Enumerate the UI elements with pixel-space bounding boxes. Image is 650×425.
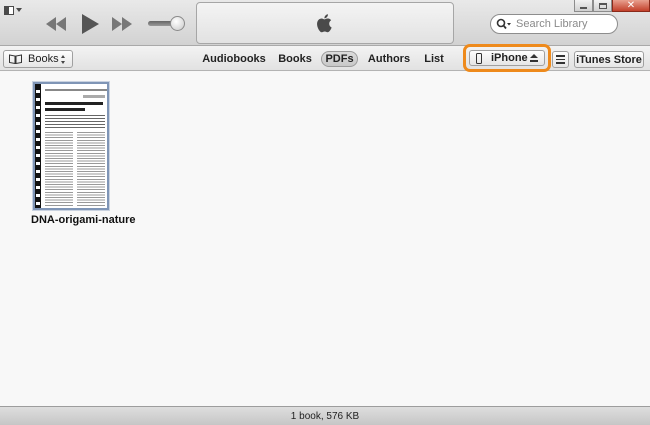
minimize-icon: [580, 6, 587, 9]
device-button-iphone[interactable]: iPhone: [469, 50, 545, 66]
player-toolbar: ✕: [0, 0, 650, 46]
library-source-label: Books: [28, 53, 59, 65]
close-icon: ✕: [626, 0, 636, 11]
tab-books[interactable]: Books: [278, 51, 312, 67]
fast-forward-button[interactable]: [112, 14, 132, 34]
tab-list[interactable]: List: [424, 51, 444, 67]
play-icon: [82, 14, 99, 34]
library-grid: DNA-origami-nature: [0, 72, 650, 406]
close-button[interactable]: ✕: [612, 0, 650, 12]
library-source-select[interactable]: Books: [3, 50, 73, 68]
device-name: iPhone: [491, 52, 528, 64]
minimize-button[interactable]: [574, 0, 593, 12]
search-field[interactable]: [490, 14, 618, 34]
fast-forward-icon: [112, 17, 132, 31]
volume-knob[interactable]: [170, 16, 185, 31]
volume-slider[interactable]: [148, 16, 185, 32]
library-summary: 1 book, 576 KB: [290, 410, 360, 422]
play-button[interactable]: [82, 14, 99, 34]
pdf-cover-thumbnail[interactable]: [33, 82, 109, 210]
status-display: [196, 2, 454, 44]
iphone-icon: [476, 52, 482, 64]
status-bar: 1 book, 576 KB: [0, 406, 650, 425]
library-navbar: Books Audiobooks Books PDFs Authors List…: [0, 44, 650, 72]
rewind-button[interactable]: [46, 14, 66, 34]
tab-pdfs[interactable]: PDFs: [321, 51, 358, 67]
window-menu-icon: [4, 5, 14, 15]
tab-authors[interactable]: Authors: [367, 51, 411, 67]
search-input[interactable]: [516, 18, 612, 30]
apple-logo-icon: [317, 14, 332, 33]
up-down-arrows-icon: [61, 55, 66, 64]
up-next-list-button[interactable]: [552, 51, 569, 68]
app-menu-button[interactable]: [4, 3, 26, 17]
itunes-store-button[interactable]: iTunes Store: [574, 51, 644, 68]
library-item[interactable]: DNA-origami-nature: [31, 82, 136, 226]
rewind-icon: [46, 17, 66, 31]
eject-icon[interactable]: [530, 54, 538, 62]
book-icon: [9, 54, 22, 64]
maximize-icon: [598, 2, 607, 9]
maximize-button[interactable]: [593, 0, 612, 12]
tab-audiobooks[interactable]: Audiobooks: [202, 51, 266, 67]
device-highlight: iPhone: [463, 44, 551, 72]
caret-down-icon: [16, 8, 22, 12]
library-item-title[interactable]: DNA-origami-nature: [31, 214, 136, 226]
window-controls: ✕: [574, 0, 650, 12]
search-icon: [496, 18, 511, 30]
cover-spine: [35, 84, 41, 208]
